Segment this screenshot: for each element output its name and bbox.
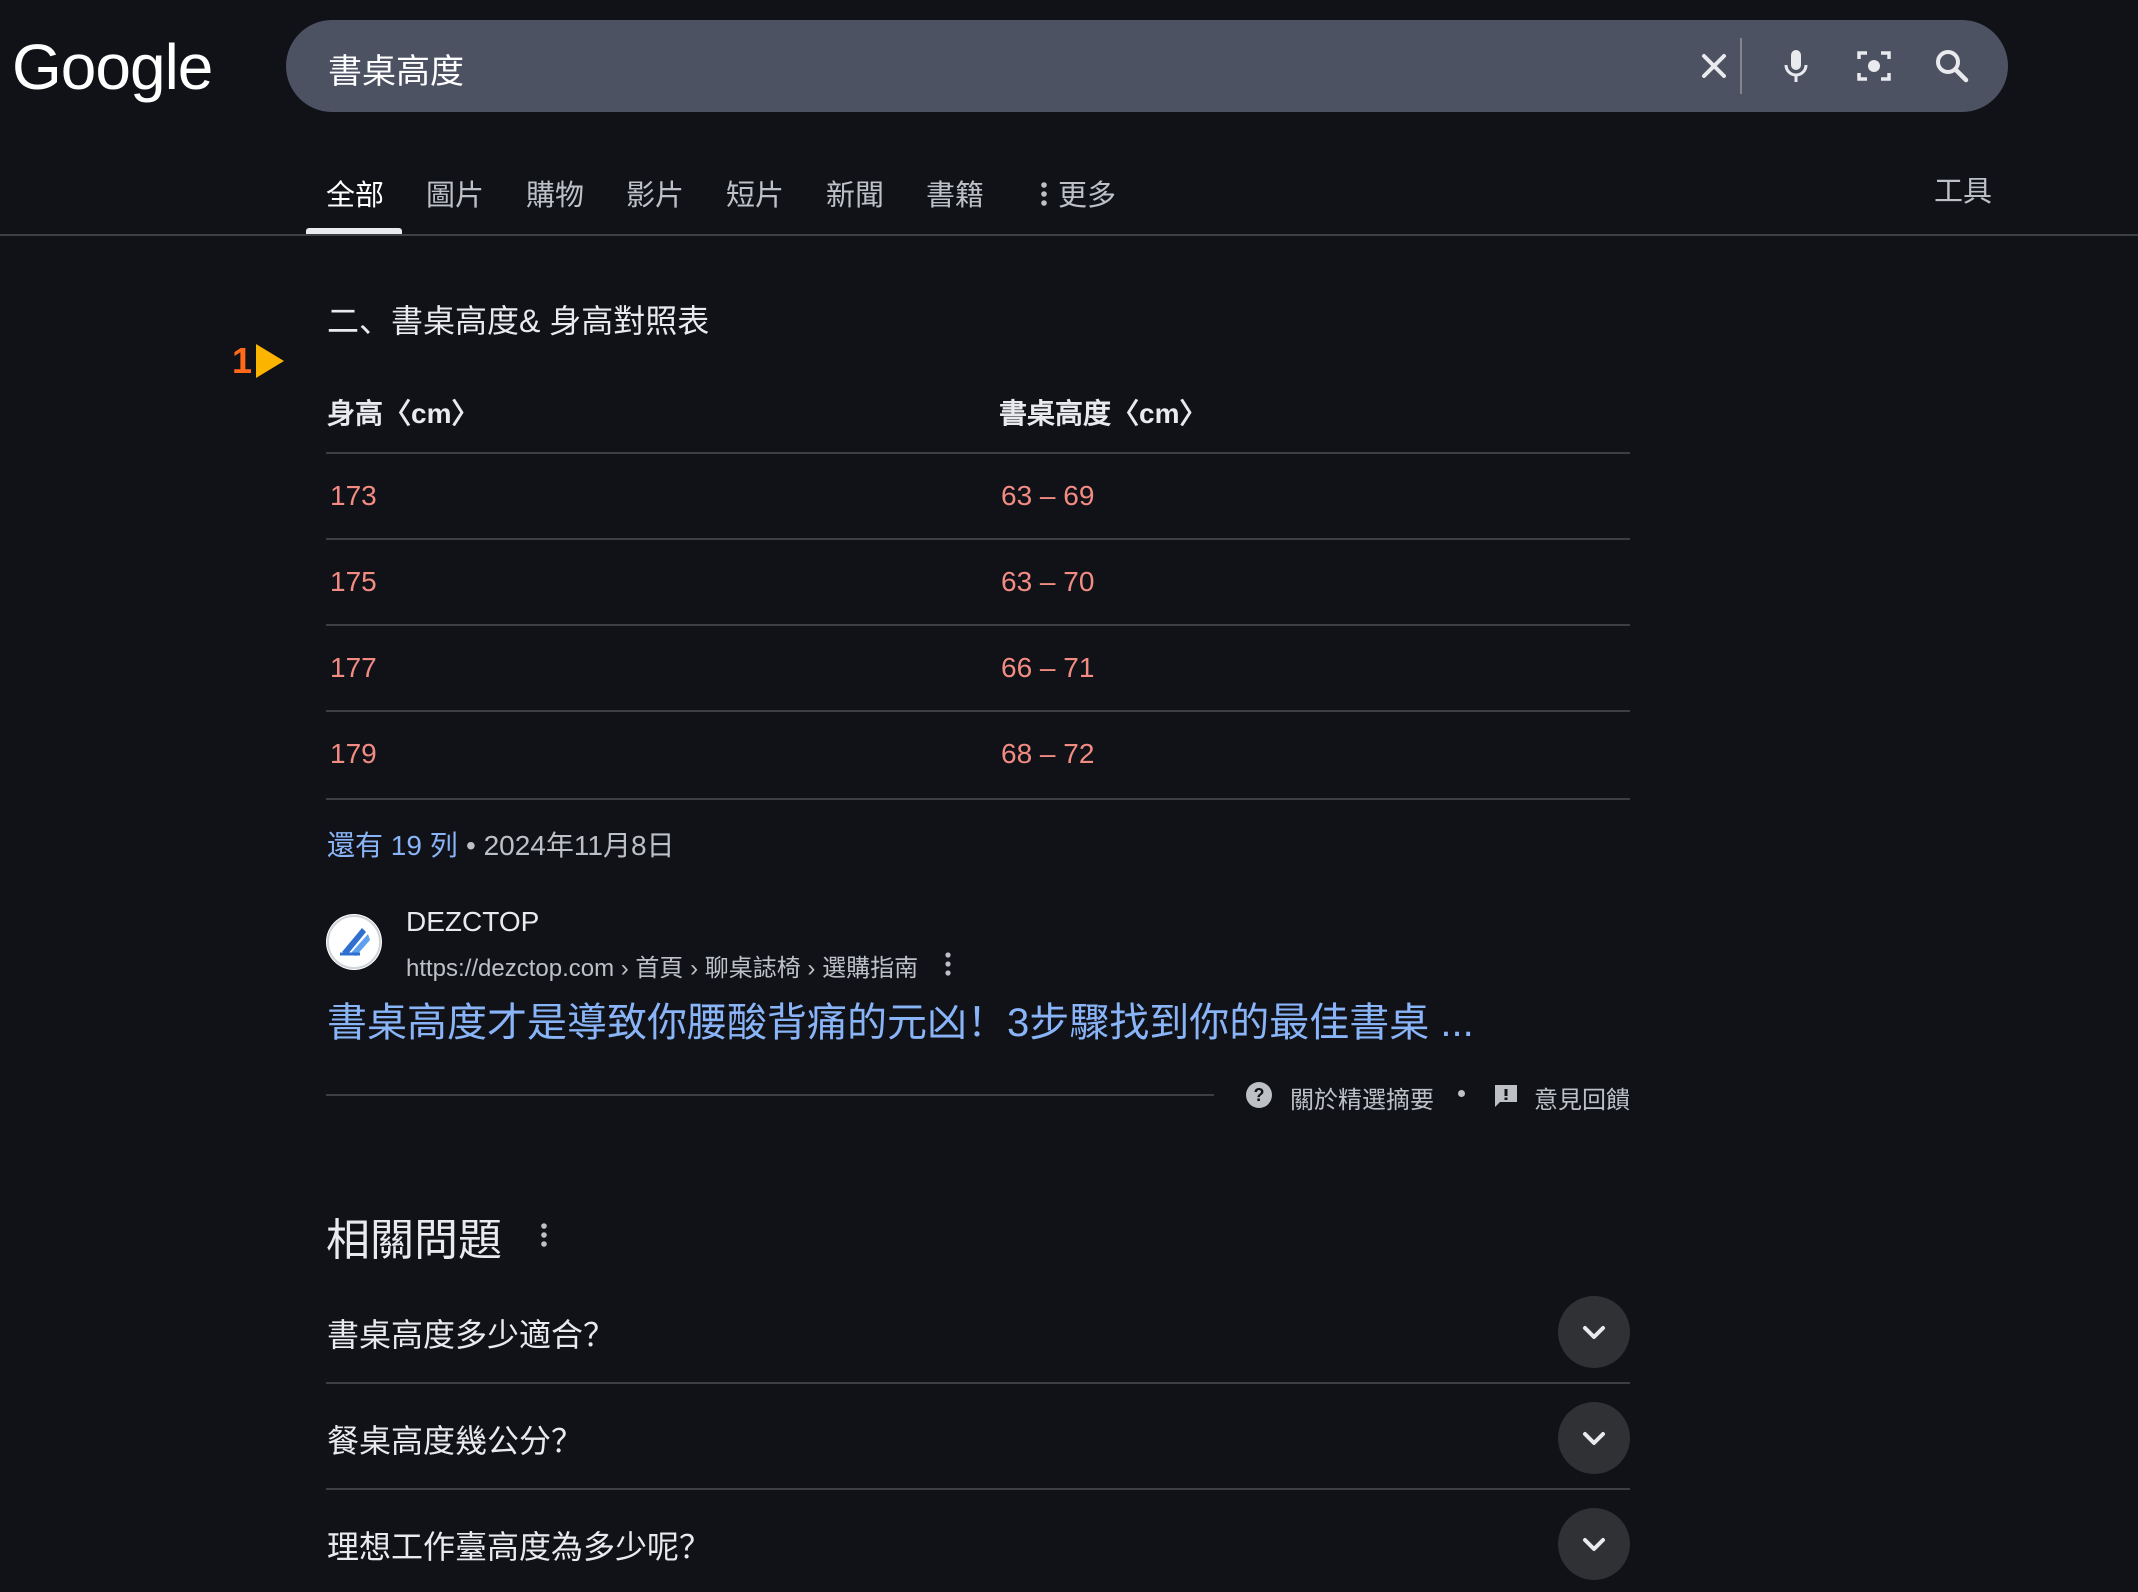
tab-videos[interactable]: 影片	[626, 172, 684, 214]
camera-lens-icon[interactable]	[1850, 42, 1898, 90]
help-circle-icon[interactable]: ?	[1244, 1080, 1274, 1110]
annotation-marker-number: 1	[232, 340, 253, 381]
related-question-item[interactable]: 餐桌高度幾公分？	[326, 1382, 1630, 1486]
feedback-link[interactable]: 意見回饋	[1534, 1080, 1630, 1115]
table-cell: 175	[330, 566, 377, 597]
table-cell: 179	[330, 738, 377, 769]
search-input[interactable]: 書桌高度	[328, 44, 464, 93]
tab-images[interactable]: 圖片	[426, 172, 484, 214]
chevron-down-icon	[1583, 1432, 1605, 1445]
microphone-icon[interactable]	[1772, 42, 1820, 90]
tab-all[interactable]: 全部	[326, 172, 384, 214]
table-row: 175 63 – 70	[326, 538, 1630, 626]
clear-icon[interactable]	[1690, 42, 1738, 90]
table-cell: 63 – 70	[1001, 566, 1095, 597]
search-icon[interactable]	[1928, 42, 1976, 90]
table-cell: 173	[330, 480, 377, 511]
related-questions-title: 相關問題	[326, 1216, 502, 1265]
table-header-desk-height: 書桌高度〈cm〉	[999, 398, 1208, 429]
more-vert-icon	[1041, 182, 1047, 206]
tab-news[interactable]: 新聞	[826, 172, 884, 214]
tools-button[interactable]: 工具	[1934, 168, 1992, 210]
header-divider	[0, 234, 2138, 236]
search-divider	[1740, 38, 1742, 94]
feedback-icon[interactable]	[1492, 1082, 1520, 1110]
snippet-date: • 2024年11月8日	[466, 830, 675, 861]
result-title-link[interactable]: 書桌高度才是導致你腰酸背痛的元凶！3步驟找到你的最佳書桌 ...	[327, 990, 1474, 1048]
svg-text:?: ?	[1254, 1085, 1265, 1105]
table-row: 179 68 – 72	[326, 710, 1630, 800]
related-questions-options-icon[interactable]	[534, 1220, 554, 1250]
related-question-text: 理想工作臺高度為多少呢？	[327, 1529, 712, 1565]
related-question-text: 書桌高度多少適合？	[327, 1317, 616, 1353]
table-cell: 63 – 69	[1001, 480, 1095, 511]
table-cell: 177	[330, 652, 377, 683]
table-row: 173 63 – 69	[326, 452, 1630, 540]
chevron-down-icon	[1583, 1326, 1605, 1339]
related-question-item[interactable]: 理想工作臺高度為多少呢？	[326, 1488, 1630, 1592]
result-divider	[326, 1094, 1214, 1096]
annotation-marker-arrow-icon	[256, 344, 284, 378]
more-rows-link[interactable]: 還有 19 列	[327, 824, 458, 864]
dezctop-logo-icon	[327, 915, 381, 969]
site-url[interactable]: https://dezctop.com › 首頁 › 聊桌誌椅 › 選購指南	[406, 948, 918, 983]
table-cell: 66 – 71	[1001, 652, 1095, 683]
tab-shorts[interactable]: 短片	[726, 172, 784, 214]
expand-button[interactable]	[1558, 1508, 1630, 1580]
site-name[interactable]: DEZCTOP	[406, 906, 539, 938]
related-question-text: 餐桌高度幾公分？	[327, 1423, 584, 1459]
tab-more-label: 更多	[1058, 180, 1117, 212]
tab-more[interactable]: 更多	[1036, 172, 1116, 214]
site-favicon[interactable]	[326, 914, 382, 970]
separator-dot	[1458, 1090, 1465, 1097]
tab-books[interactable]: 書籍	[926, 172, 984, 214]
table-header-height: 身高〈cm〉	[327, 398, 480, 429]
result-options-icon[interactable]	[938, 950, 958, 978]
table-cell: 68 – 72	[1001, 738, 1095, 769]
expand-button[interactable]	[1558, 1402, 1630, 1474]
google-logo[interactable]: Google	[12, 30, 213, 104]
search-bar[interactable]: 書桌高度	[286, 20, 2008, 112]
table-row: 177 66 – 71	[326, 624, 1630, 712]
related-question-item[interactable]: 書桌高度多少適合？	[326, 1276, 1630, 1380]
expand-button[interactable]	[1558, 1296, 1630, 1368]
about-featured-snippets-link[interactable]: 關於精選摘要	[1290, 1080, 1434, 1115]
tab-shopping[interactable]: 購物	[526, 172, 584, 214]
chevron-down-icon	[1583, 1538, 1605, 1551]
snippet-title: 二、書桌高度& 身高對照表	[327, 303, 710, 339]
